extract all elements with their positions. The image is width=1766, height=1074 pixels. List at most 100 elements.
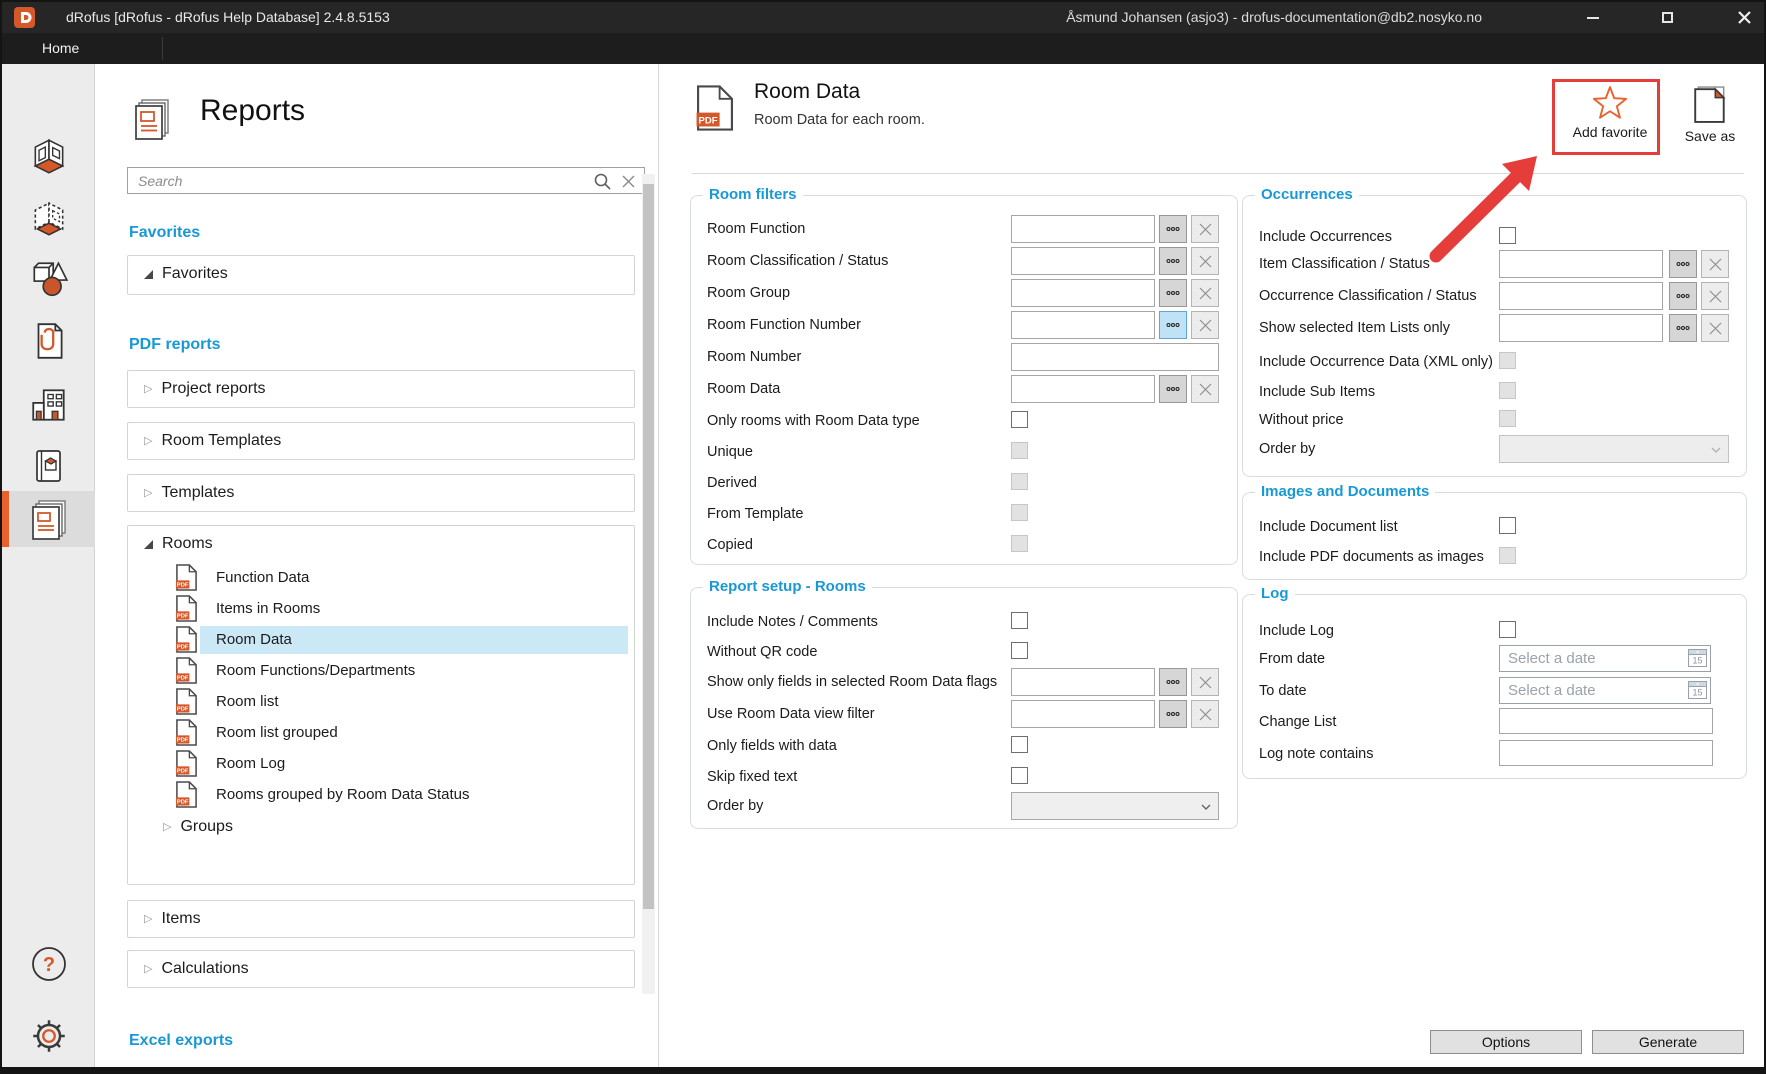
field-label: Occurrence Classification / Status — [1259, 282, 1477, 310]
calendar-icon[interactable]: 15 — [1688, 649, 1707, 667]
only-rooms-with-room-data-type-checkbox[interactable] — [1011, 411, 1028, 428]
room-classification-clear-button[interactable] — [1191, 247, 1219, 275]
to-date-input[interactable] — [1500, 678, 1696, 703]
skip-fixed-text-checkbox[interactable] — [1011, 767, 1028, 784]
search-icon[interactable] — [594, 173, 611, 190]
search-input[interactable] — [128, 168, 608, 193]
room-number-input[interactable] — [1011, 343, 1219, 371]
sidebar-item-room-templates[interactable] — [2, 191, 95, 247]
group-favorites[interactable]: Favorites — [127, 255, 635, 295]
derived-checkbox — [1011, 473, 1028, 490]
sidebar-item-catalog[interactable] — [2, 438, 95, 494]
section-favorites-header: Favorites — [129, 224, 200, 242]
maximize-button[interactable] — [1648, 2, 1686, 33]
clear-search-icon[interactable] — [622, 175, 635, 188]
sidebar-item-rooms[interactable] — [2, 128, 95, 184]
group-templates[interactable]: ▷ Templates — [127, 474, 635, 512]
room-data-lookup-button[interactable] — [1159, 375, 1187, 403]
group-items[interactable]: ▷ Items — [127, 900, 635, 938]
report-item-room-functions[interactable]: PDF Room Functions/Departments — [128, 655, 634, 686]
group-rooms-groups[interactable]: ▷ Groups — [128, 810, 634, 844]
sidebar-item-buildings[interactable] — [2, 377, 95, 433]
item-classification-clear-button[interactable] — [1701, 250, 1729, 278]
room-data-input[interactable] — [1011, 375, 1155, 403]
room-classification-input[interactable] — [1011, 247, 1155, 275]
include-document-list-checkbox[interactable] — [1499, 517, 1516, 534]
report-item-function-data[interactable]: PDF Function Data — [128, 562, 634, 593]
report-item-rooms-grouped-status[interactable]: PDF Rooms grouped by Room Data Status — [128, 779, 634, 810]
room-function-clear-button[interactable] — [1191, 215, 1219, 243]
report-item-room-list[interactable]: PDF Room list — [128, 686, 634, 717]
without-qr-code-checkbox[interactable] — [1011, 642, 1028, 659]
item-classification-input[interactable] — [1499, 250, 1663, 278]
only-fields-with-data-checkbox[interactable] — [1011, 736, 1028, 753]
occurrence-classification-input[interactable] — [1499, 282, 1663, 310]
to-date-picker[interactable]: 15 — [1499, 677, 1711, 704]
item-classification-lookup-button[interactable] — [1669, 250, 1697, 278]
room-data-flags-input[interactable] — [1011, 668, 1155, 696]
occurrence-classification-lookup-button[interactable] — [1669, 282, 1697, 310]
include-sub-items-checkbox — [1499, 382, 1516, 399]
sidebar-item-items[interactable] — [2, 251, 95, 307]
field-label: Show only fields in selected Room Data f… — [707, 668, 997, 696]
room-data-flags-clear-button[interactable] — [1191, 668, 1219, 696]
report-item-room-data-selected[interactable]: PDF Room Data — [128, 624, 634, 655]
group-room-templates[interactable]: ▷ Room Templates — [127, 422, 635, 460]
room-group-clear-button[interactable] — [1191, 279, 1219, 307]
occurrence-classification-clear-button[interactable] — [1701, 282, 1729, 310]
change-list-input[interactable] — [1499, 708, 1713, 734]
svg-text:PDF: PDF — [177, 645, 189, 651]
log-note-contains-input[interactable] — [1499, 740, 1713, 766]
field-label: Room Number — [707, 343, 801, 371]
selected-item-lists-lookup-button[interactable] — [1669, 314, 1697, 342]
room-function-number-input[interactable] — [1011, 311, 1155, 339]
options-button[interactable]: Options — [1430, 1030, 1582, 1054]
close-button[interactable] — [1724, 2, 1764, 33]
rooms-order-by-dropdown[interactable] — [1011, 792, 1219, 820]
report-item-room-log[interactable]: PDF Room Log — [128, 748, 634, 779]
group-project-reports[interactable]: ▷ Project reports — [127, 370, 635, 408]
include-notes-checkbox[interactable] — [1011, 612, 1028, 629]
minimize-button[interactable] — [1574, 2, 1612, 33]
copied-checkbox — [1011, 535, 1028, 552]
selected-item-lists-clear-button[interactable] — [1701, 314, 1729, 342]
generate-button[interactable]: Generate — [1592, 1030, 1744, 1054]
group-label: Rooms — [162, 535, 213, 553]
room-data-clear-button[interactable] — [1191, 375, 1219, 403]
report-item-items-in-rooms[interactable]: PDF Items in Rooms — [128, 593, 634, 624]
room-group-input[interactable] — [1011, 279, 1155, 307]
room-function-number-clear-button[interactable] — [1191, 311, 1219, 339]
room-data-view-filter-input[interactable] — [1011, 700, 1155, 728]
tab-home[interactable]: Home — [42, 33, 79, 64]
group-calculations[interactable]: ▷ Calculations — [127, 950, 635, 988]
from-date-input[interactable] — [1500, 646, 1696, 671]
fieldset-legend: Report setup - Rooms — [703, 578, 872, 595]
reports-scrollbar[interactable] — [642, 174, 655, 994]
sidebar-item-reports[interactable] — [2, 491, 95, 547]
scrollbar-thumb[interactable] — [643, 184, 654, 909]
clear-icon — [1709, 322, 1722, 335]
report-item-room-list-grouped[interactable]: PDF Room list grouped — [128, 717, 634, 748]
room-classification-lookup-button[interactable] — [1159, 247, 1187, 275]
room-function-lookup-button[interactable] — [1159, 215, 1187, 243]
calendar-icon[interactable]: 15 — [1688, 681, 1707, 699]
sidebar-item-settings[interactable] — [2, 1008, 95, 1064]
room-data-flags-lookup-button[interactable] — [1159, 668, 1187, 696]
sidebar-item-documents[interactable] — [2, 313, 95, 369]
from-date-picker[interactable]: 15 — [1499, 645, 1711, 672]
room-data-view-filter-lookup-button[interactable] — [1159, 700, 1187, 728]
field-label: Without QR code — [707, 638, 817, 666]
room-group-lookup-button[interactable] — [1159, 279, 1187, 307]
sidebar-item-help[interactable]: ? — [2, 936, 95, 992]
include-log-checkbox[interactable] — [1499, 621, 1516, 638]
include-occurrences-checkbox[interactable] — [1499, 227, 1516, 244]
pdf-file-icon: PDF — [175, 750, 198, 777]
room-data-view-filter-clear-button[interactable] — [1191, 700, 1219, 728]
room-function-input[interactable] — [1011, 215, 1155, 243]
clear-icon — [1199, 255, 1212, 268]
group-rooms-header[interactable]: Rooms — [128, 526, 634, 562]
save-as-button[interactable]: Save as — [1675, 86, 1745, 144]
room-function-number-lookup-button[interactable] — [1159, 311, 1187, 339]
selected-item-lists-input[interactable] — [1499, 314, 1663, 342]
generate-label: Generate — [1639, 1034, 1697, 1050]
